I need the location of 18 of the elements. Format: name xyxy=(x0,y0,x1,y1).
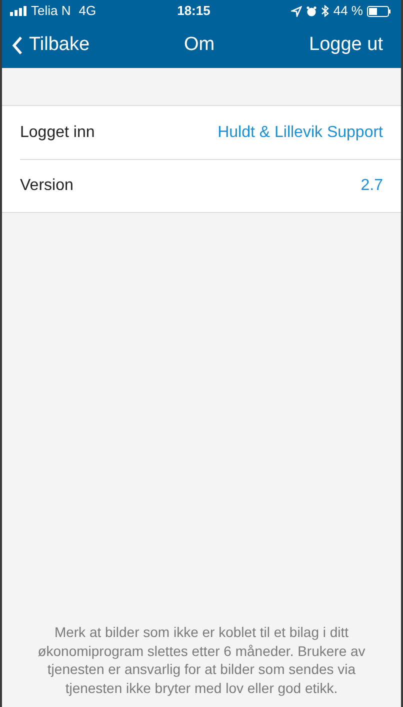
battery-percent: 44 % xyxy=(333,2,363,20)
logout-button[interactable]: Logge ut xyxy=(309,30,383,60)
row-value: Huldt & Lillevik Support xyxy=(218,122,383,142)
signal-icon xyxy=(10,6,27,16)
screen-title: Om xyxy=(182,32,216,57)
clock-time: 18:15 xyxy=(177,3,210,18)
row-label: Version xyxy=(20,176,74,196)
notice-text: Merk at bilder som ikke er koblet til et bilag i ditt økonomiprogram slettes etter 6 måneder. Brukere av tjenesten er ansvarlig for at bilder som sendes via tjenesten ikke bryter med lov eller god etikk. xyxy=(36,623,366,698)
row-value: 2.7 xyxy=(360,176,383,196)
bluetooth-icon xyxy=(321,5,330,17)
carrier-name: Telia N xyxy=(31,2,71,20)
chevron-left-icon xyxy=(12,36,23,54)
network-type: 4G xyxy=(78,2,96,20)
location-icon xyxy=(291,6,302,16)
alarm-icon xyxy=(306,6,318,16)
row-label: Logget inn xyxy=(20,122,95,142)
battery-icon xyxy=(367,6,391,16)
back-button[interactable]: Tilbake xyxy=(12,30,90,60)
